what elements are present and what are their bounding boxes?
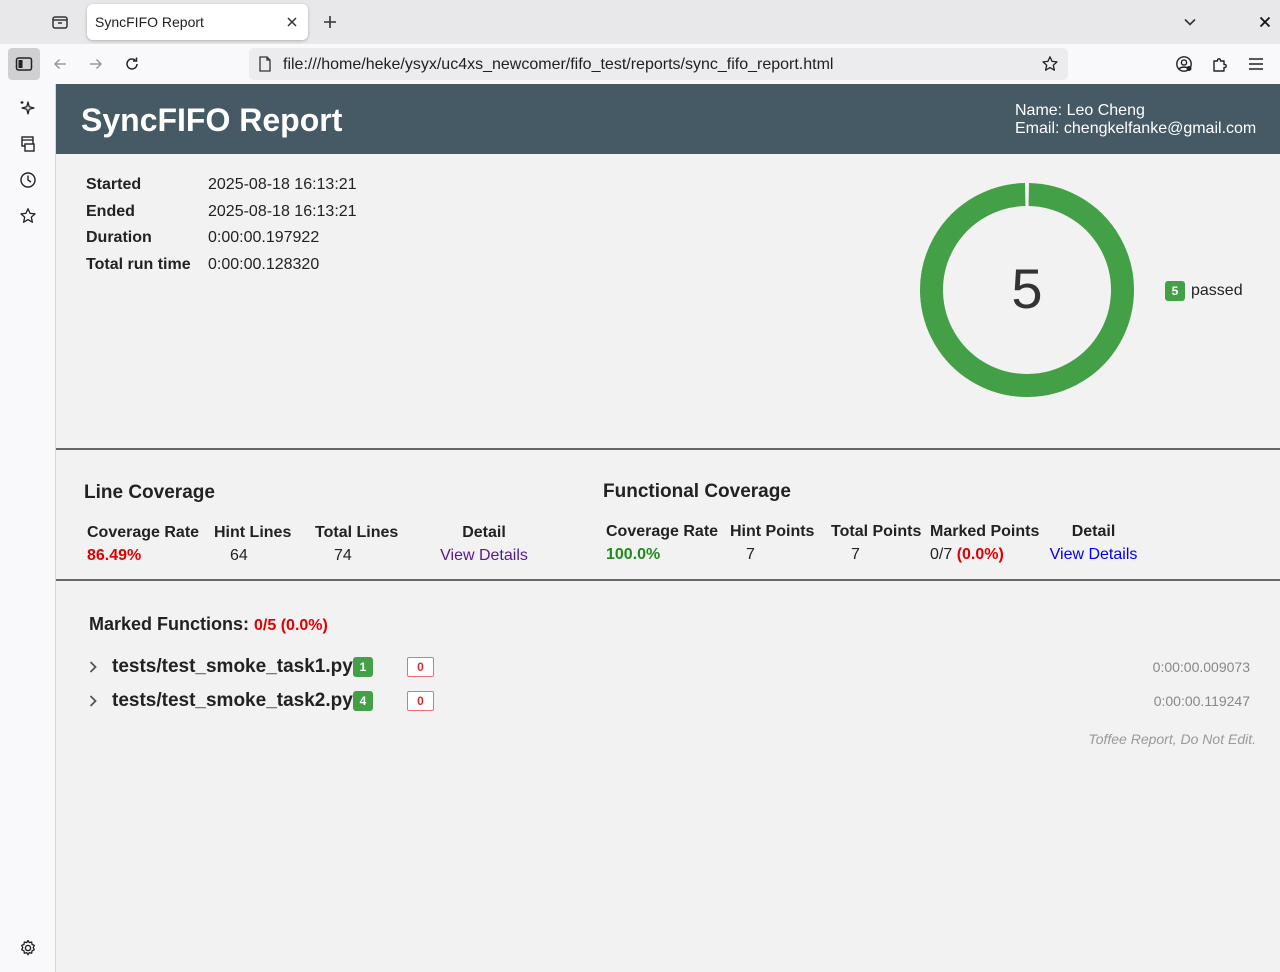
marked-points-percent: (0.0%) <box>956 546 1004 563</box>
ai-chatbot-icon[interactable] <box>12 92 44 124</box>
author-info: Name: Leo Cheng Email: chengkelfanke@gma… <box>1015 102 1256 138</box>
settings-gear-icon[interactable] <box>12 932 44 964</box>
marked-functions-label: Marked Functions: <box>89 614 250 634</box>
report-title: SyncFIFO Report <box>81 102 343 138</box>
synced-tabs-icon[interactable] <box>12 128 44 160</box>
nav-toolbar: file:///home/heke/ysyx/uc4xs_newcomer/fi… <box>0 44 1280 84</box>
col-coverage-rate: Coverage Rate <box>606 523 719 540</box>
url-bar[interactable]: file:///home/heke/ysyx/uc4xs_newcomer/fi… <box>249 48 1068 80</box>
ended-value: 2025-08-18 16:13:21 <box>208 202 357 220</box>
test-file-name: tests/test_smoke_task1.py <box>112 656 353 677</box>
func-marked-points: 0/7 (0.0%) <box>930 543 1046 567</box>
run-summary-table: Started 2025-08-18 16:13:21 Ended 2025-0… <box>86 172 357 278</box>
forward-arrow-icon[interactable] <box>80 48 112 80</box>
col-total-points: Total Points <box>831 523 922 540</box>
test-file-row[interactable]: tests/test_smoke_task1.py 1 0 0:00:00.00… <box>86 652 1250 682</box>
divider <box>56 579 1280 581</box>
bookmark-star-icon[interactable] <box>1040 54 1060 74</box>
func-view-details-link[interactable]: View Details <box>1050 546 1138 563</box>
chevron-right-icon[interactable] <box>86 660 100 674</box>
passed-count-badge: 1 <box>353 657 373 677</box>
window-close-icon[interactable] <box>1252 8 1278 36</box>
func-hint-points: 7 <box>746 546 755 563</box>
duration-value: 0:00:00.197922 <box>208 229 320 247</box>
back-arrow-icon[interactable] <box>44 48 76 80</box>
tab-title: SyncFIFO Report <box>95 14 204 30</box>
legend-passed-label: passed <box>1191 282 1243 299</box>
line-hint-lines: 64 <box>230 547 248 564</box>
functional-coverage-title: Functional Coverage <box>603 481 791 502</box>
new-tab-icon[interactable] <box>316 8 344 36</box>
duration-label: Duration <box>86 229 152 247</box>
col-hint-lines: Hint Lines <box>214 524 292 541</box>
url-text: file:///home/heke/ysyx/uc4xs_newcomer/fi… <box>283 56 834 73</box>
functional-coverage-table: Coverage Rate Hint Points Total Points M… <box>606 521 1141 567</box>
history-clock-icon[interactable] <box>12 164 44 196</box>
close-tab-icon[interactable] <box>282 12 302 32</box>
failed-count-badge: 0 <box>407 691 434 711</box>
line-view-details-link[interactable]: View Details <box>440 547 528 564</box>
col-coverage-rate: Coverage Rate <box>87 524 200 541</box>
account-icon[interactable] <box>1168 48 1200 80</box>
tab-bar: SyncFIFO Report <box>0 0 1280 44</box>
col-detail: Detail <box>1071 523 1116 540</box>
sidebar-toggle-icon[interactable] <box>8 48 40 80</box>
total-run-time-value: 0:00:00.128320 <box>208 255 320 273</box>
test-file-row[interactable]: tests/test_smoke_task2.py 4 0 0:00:00.11… <box>86 686 1250 716</box>
footer-note: Toffee Report, Do Not Edit. <box>1088 731 1256 747</box>
legend-passed-count: 5 <box>1165 281 1185 301</box>
author-email: Email: chengkelfanke@gmail.com <box>1015 120 1257 137</box>
summary-row-total: Total run time 0:00:00.128320 <box>86 252 357 279</box>
line-coverage-title: Line Coverage <box>84 482 215 503</box>
marked-functions: Marked Functions: 0/5 (0.0%) <box>89 614 328 635</box>
failed-count-badge: 0 <box>407 657 434 677</box>
col-total-lines: Total Lines <box>315 524 399 541</box>
summary-row-duration: Duration 0:00:00.197922 <box>86 225 357 252</box>
test-duration: 0:00:00.119247 <box>1153 693 1250 709</box>
col-marked-points: Marked Points <box>930 523 1040 540</box>
marked-functions-value: 0/5 (0.0%) <box>254 617 328 634</box>
started-label: Started <box>86 176 142 194</box>
total-run-time-label: Total run time <box>86 255 191 273</box>
bookmarks-star-icon[interactable] <box>12 200 44 232</box>
browser-sidebar <box>0 84 56 972</box>
chevron-down-icon[interactable] <box>1176 8 1204 36</box>
func-coverage-rate: 100.0% <box>606 546 661 563</box>
test-duration: 0:00:00.009073 <box>1152 659 1250 675</box>
summary-row-ended: Ended 2025-08-18 16:13:21 <box>86 199 357 226</box>
tab-list-icon[interactable] <box>44 6 76 38</box>
marked-points-fraction: 0/7 <box>930 546 953 563</box>
started-value: 2025-08-18 16:13:21 <box>208 176 357 194</box>
hamburger-menu-icon[interactable] <box>1240 48 1272 80</box>
tab-active[interactable]: SyncFIFO Report <box>87 4 308 40</box>
test-file-name: tests/test_smoke_task2.py <box>112 690 353 711</box>
reload-icon[interactable] <box>116 48 148 80</box>
report-header: SyncFIFO Report Name: Leo Cheng Email: c… <box>56 84 1280 154</box>
line-total-lines: 74 <box>334 547 352 564</box>
col-hint-points: Hint Points <box>730 523 815 540</box>
donut-center-value: 5 <box>1011 257 1043 320</box>
extensions-icon[interactable] <box>1204 48 1236 80</box>
col-detail: Detail <box>462 524 506 541</box>
line-coverage-rate: 86.49% <box>87 547 142 564</box>
func-total-points: 7 <box>851 546 860 563</box>
report-page: SyncFIFO Report Name: Leo Cheng Email: c… <box>56 84 1280 972</box>
ended-label: Ended <box>86 202 135 220</box>
chart-legend[interactable]: 5 passed <box>1165 281 1243 301</box>
page-icon <box>257 56 273 72</box>
divider <box>56 448 1280 450</box>
author-name: Name: Leo Cheng <box>1015 102 1145 119</box>
chevron-right-icon[interactable] <box>86 694 100 708</box>
passed-count-badge: 4 <box>353 691 373 711</box>
summary-row-started: Started 2025-08-18 16:13:21 <box>86 172 357 199</box>
line-coverage-table: Coverage Rate Hint Lines Total Lines Det… <box>87 522 529 568</box>
